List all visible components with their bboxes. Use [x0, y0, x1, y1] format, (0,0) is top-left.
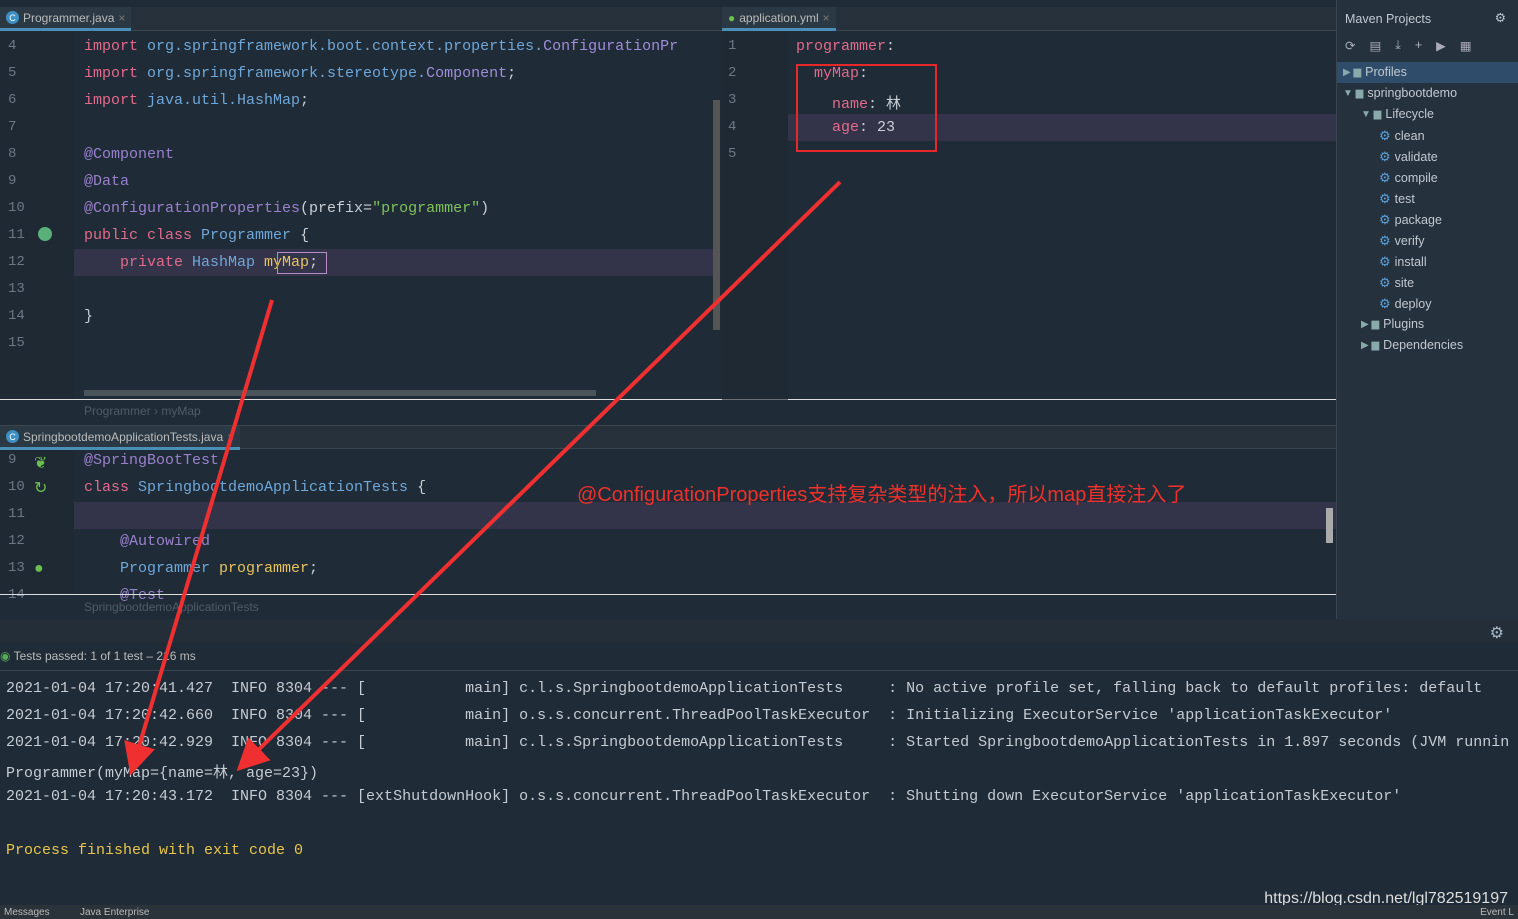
arrow-yaml-to-output — [236, 180, 842, 772]
annotation-arrows — [124, 180, 842, 776]
arrow-field-to-output — [124, 299, 274, 776]
